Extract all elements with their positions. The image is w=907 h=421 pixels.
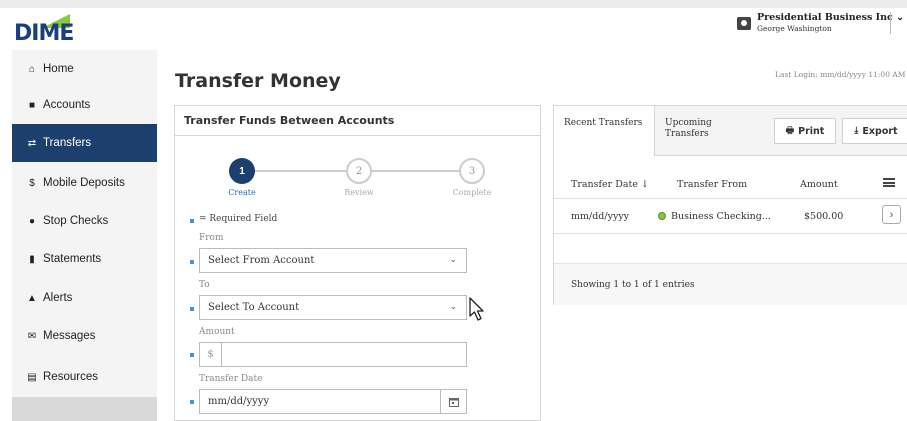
step-1-label: Create <box>228 188 256 197</box>
transfer-date-label: Transfer Date <box>199 374 263 384</box>
header-divider <box>554 198 907 199</box>
sidebar-item-label: Messages <box>43 330 96 342</box>
home-icon: ⌂ <box>28 63 36 75</box>
sidebar-item-label: Mobile Deposits <box>43 177 125 189</box>
sidebar-item-statements[interactable]: ▮ Statements <box>12 240 157 278</box>
row-date: mm/dd/yyyy <box>571 211 630 222</box>
step-connector <box>372 170 459 172</box>
sidebar-item-resources[interactable]: ▤ Resources <box>12 358 157 396</box>
resources-icon: ▤ <box>27 371 37 383</box>
envelope-icon: ✉ <box>27 330 37 342</box>
sidebar-item-home[interactable]: ⌂ Home <box>12 50 157 88</box>
sidebar-item-stop-checks[interactable]: ● Stop Checks <box>12 202 157 240</box>
chevron-right-icon: › <box>889 208 894 221</box>
sidebar-item-messages[interactable]: ✉ Messages <box>12 317 157 355</box>
amount-label: Amount <box>199 327 235 337</box>
sidebar-item-label: Alerts <box>43 292 73 304</box>
to-label: To <box>199 280 210 290</box>
transfers-icon: ⇄ <box>27 137 37 149</box>
user-menu[interactable]: Presidential Business Inc ⌄ George Washi… <box>737 12 904 33</box>
step-3-label: Complete <box>452 188 492 197</box>
required-note: = Required Field <box>199 214 278 224</box>
sidebar-item-accounts[interactable]: ■ Accounts <box>12 86 157 124</box>
top-border <box>0 0 907 8</box>
logo-text: DIME <box>14 21 74 46</box>
sidebar-item-alerts[interactable]: ▲ Alerts <box>12 279 157 317</box>
column-header-amount[interactable]: Amount <box>800 179 838 190</box>
printer-icon: 🖶 <box>785 126 795 136</box>
chevron-down-icon: ⌄ <box>449 302 457 312</box>
toolbar: 🖶 Print ⤓ Export <box>752 106 907 156</box>
sidebar-item-label: Stop Checks <box>43 215 109 227</box>
user-card-icon <box>737 17 751 30</box>
required-marker <box>190 400 194 404</box>
table-footer: Showing 1 to 1 of 1 entries <box>554 263 907 305</box>
mouse-cursor-icon <box>469 297 484 321</box>
sidebar-item-mobile-deposits[interactable]: $ Mobile Deposits <box>12 164 157 202</box>
row-transfer-from: Business Checking... <box>658 211 771 222</box>
transfers-list-panel: Recent Transfers Upcoming Transfers 🖶 Pr… <box>553 105 907 305</box>
sidebar-item-label: Home <box>43 63 74 75</box>
row-amount: $500.00 <box>804 211 844 222</box>
step-1-indicator: 1 <box>229 158 255 184</box>
sidebar-footer <box>12 397 157 421</box>
tab-upcoming-transfers[interactable]: Upcoming Transfers <box>654 106 752 156</box>
page-title: Transfer Money <box>175 70 341 92</box>
panel-header: Transfer Funds Between Accounts <box>175 106 540 136</box>
transfer-form-panel: Transfer Funds Between Accounts 1 2 3 Cr… <box>174 105 541 421</box>
print-label: Print <box>798 125 825 137</box>
dollar-prefix: $ <box>200 343 222 366</box>
step-3-indicator: 3 <box>459 158 485 184</box>
sidebar-item-label: Resources <box>43 371 98 383</box>
dime-logo[interactable]: DIME <box>14 14 74 46</box>
column-settings-icon[interactable] <box>883 178 895 187</box>
transfer-date-input[interactable]: mm/dd/yyyy <box>199 389 467 414</box>
required-marker <box>190 353 194 357</box>
header-divider <box>890 12 891 34</box>
chevron-down-icon: ⌄ <box>449 255 457 265</box>
user-name: George Washington <box>757 24 832 33</box>
step-connector <box>252 170 346 172</box>
status-dot <box>658 212 666 220</box>
required-marker <box>190 307 194 311</box>
from-label: From <box>199 233 224 243</box>
transfer-date-value: mm/dd/yyyy <box>208 396 270 407</box>
row-divider <box>554 233 907 234</box>
required-marker <box>190 260 194 264</box>
account-name: Business Checking... <box>671 211 771 222</box>
export-label: Export <box>862 125 898 137</box>
statements-icon: ▮ <box>29 253 35 265</box>
calendar-icon[interactable] <box>440 390 466 413</box>
step-2-label: Review <box>344 188 374 197</box>
column-header-transfer-from[interactable]: Transfer From <box>677 179 747 190</box>
to-account-select[interactable]: Select To Account ⌄ <box>199 295 467 320</box>
print-button[interactable]: 🖶 Print <box>774 118 836 144</box>
last-login: Last Login: mm/dd/yyyy 11:00 AM <box>775 70 906 79</box>
step-2-indicator: 2 <box>346 158 372 184</box>
from-account-select[interactable]: Select From Account ⌄ <box>199 248 467 273</box>
from-account-value: Select From Account <box>208 255 315 266</box>
sidebar-item-label: Accounts <box>43 99 91 111</box>
sidebar: ⌂ Home ■ Accounts ⇄ Transfers $ Mobile D… <box>12 50 157 421</box>
bell-icon: ▲ <box>27 292 37 304</box>
accounts-icon: ■ <box>28 99 36 111</box>
stop-icon: ● <box>28 215 36 227</box>
column-header-transfer-date[interactable]: Transfer Date ↓ <box>571 179 649 190</box>
export-button[interactable]: ⤓ Export <box>842 118 907 144</box>
tab-recent-transfers[interactable]: Recent Transfers <box>554 106 654 156</box>
download-icon: ⤓ <box>854 126 859 136</box>
sidebar-item-label: Transfers <box>43 137 92 149</box>
to-account-value: Select To Account <box>208 302 300 313</box>
amount-input[interactable]: $ <box>199 342 467 367</box>
sidebar-item-label: Statements <box>43 253 102 265</box>
required-marker <box>190 219 194 223</box>
row-details-button[interactable]: › <box>882 205 901 224</box>
dollar-icon: $ <box>29 177 35 189</box>
sidebar-item-transfers[interactable]: ⇄ Transfers <box>12 124 157 162</box>
company-name: Presidential Business Inc ⌄ <box>757 12 905 23</box>
